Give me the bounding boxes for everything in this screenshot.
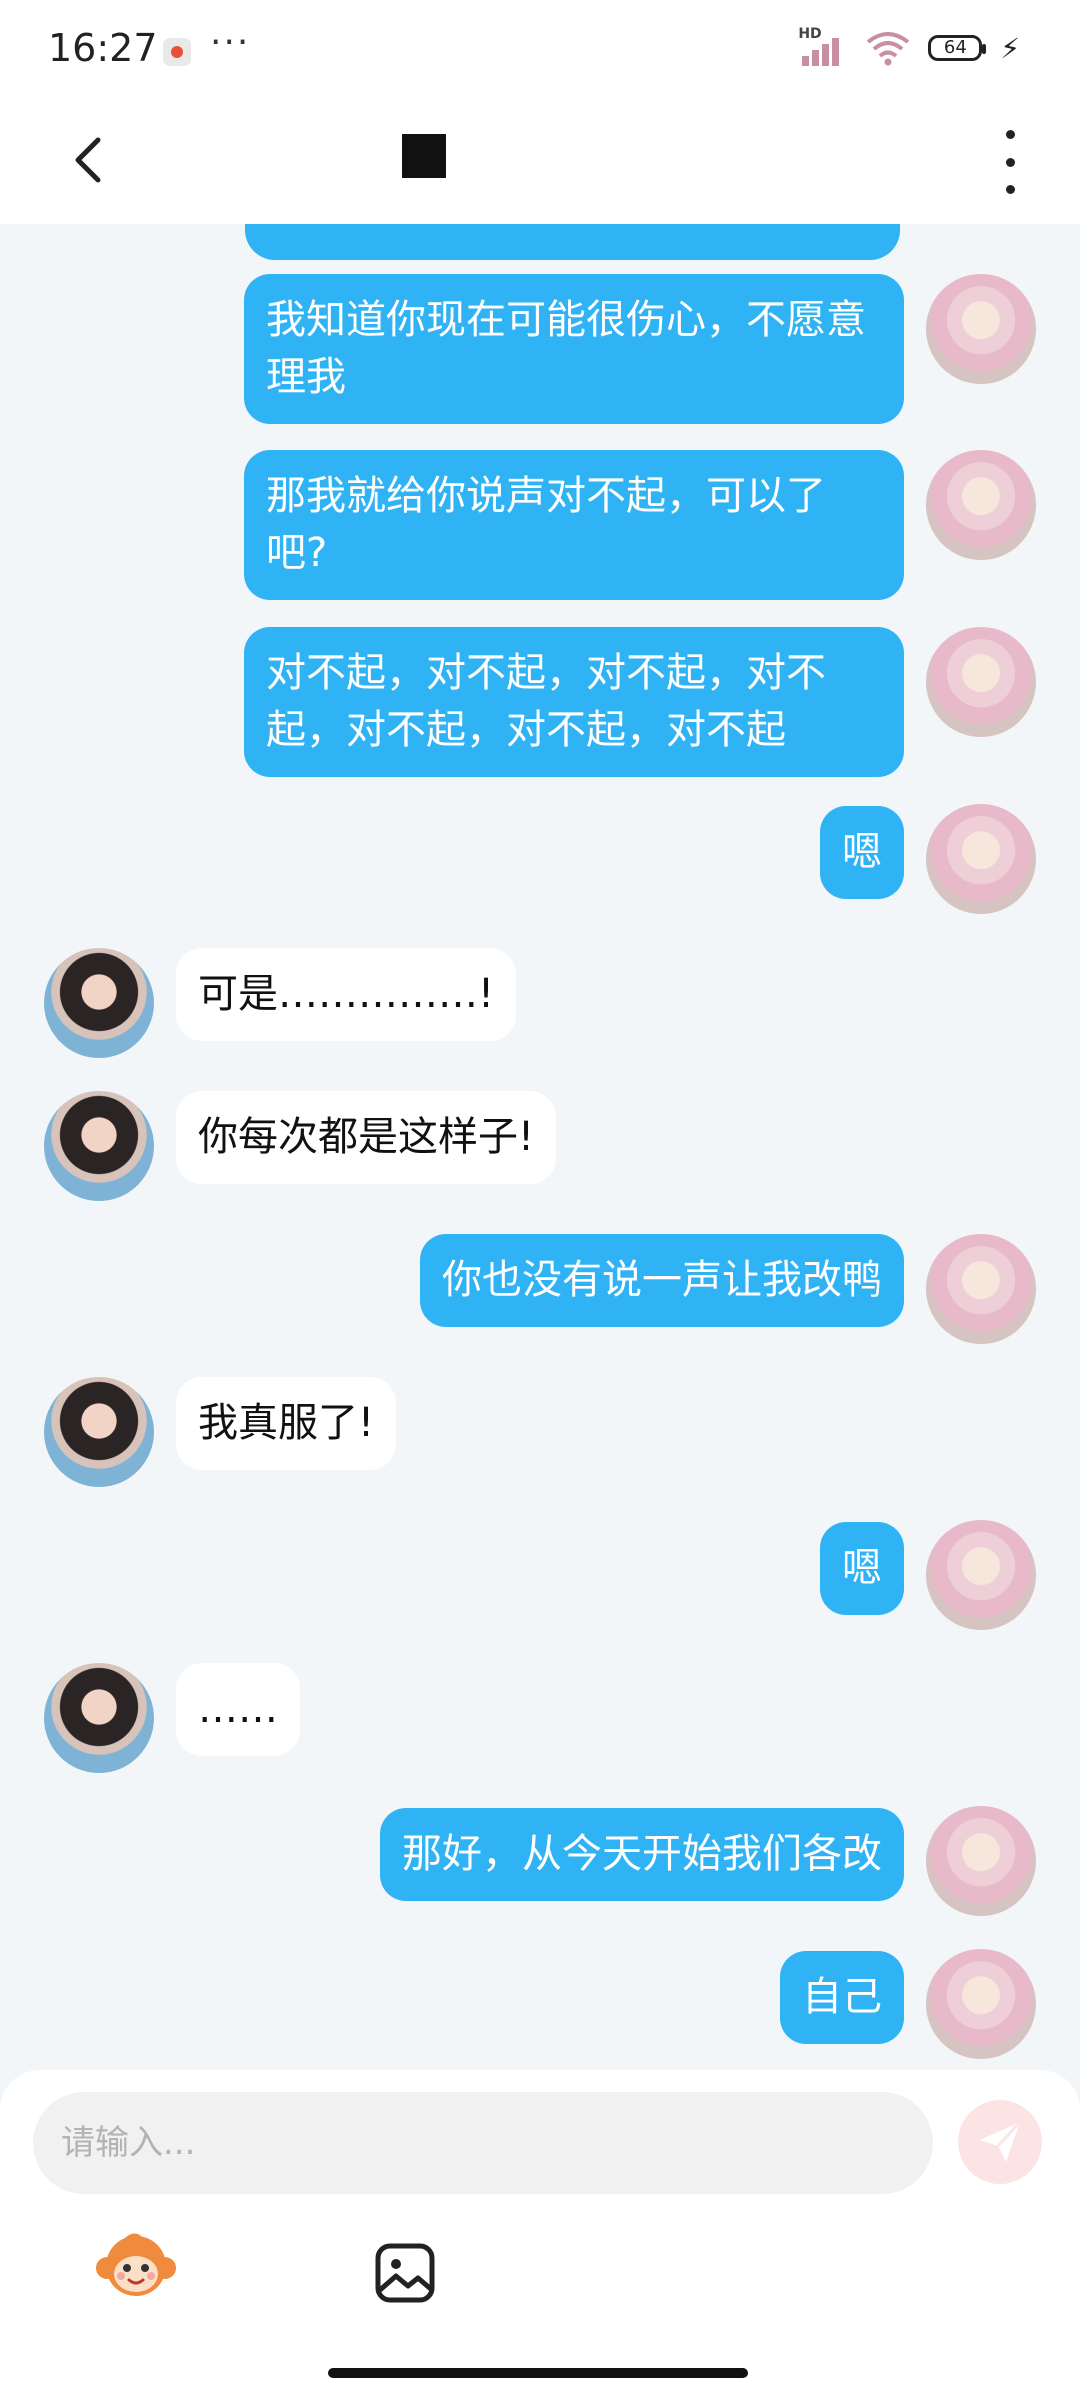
status-bar: 16:27 ··· HD 64 ⚡ [0,0,1080,100]
more-options-button[interactable] [990,130,1030,194]
user-avatar[interactable] [926,274,1036,384]
chat-title-placeholder [402,134,446,178]
cellular-signal-icon: HD [798,26,848,66]
user-avatar[interactable] [926,450,1036,560]
image-button[interactable] [374,2242,436,2304]
contact-avatar[interactable] [44,1663,154,1773]
message-bubble: 你每次都是这样子! [176,1091,557,1184]
emoji-button[interactable] [95,2230,177,2302]
contact-avatar[interactable] [44,1377,154,1487]
user-avatar[interactable] [926,804,1036,914]
message-input[interactable] [33,2092,933,2194]
battery-icon: 64 [928,35,987,61]
message-bubble: 我知道你现在可能很伤心，不愿意理我 [244,274,904,424]
screen-record-icon [163,38,191,66]
message-bubble: 那好，从今天开始我们各改 [380,1808,904,1901]
user-avatar[interactable] [926,1520,1036,1630]
user-avatar[interactable] [926,1234,1036,1344]
contact-avatar[interactable] [44,1091,154,1201]
message-bubble: 你也没有说一声让我改鸭 [420,1234,904,1327]
send-button[interactable] [958,2100,1042,2184]
message-bubble-partial [245,224,900,260]
user-avatar[interactable] [926,1949,1036,2059]
message-bubble: 我真服了! [176,1377,397,1470]
contact-avatar[interactable] [44,948,154,1058]
message-bubble: 对不起，对不起，对不起，对不起，对不起，对不起，对不起 [244,627,904,777]
status-indicators: HD 64 ⚡ [798,26,1020,66]
user-avatar[interactable] [926,627,1036,737]
battery-level: 64 [943,37,967,58]
message-bubble: 自己 [780,1951,904,2044]
composer [0,2070,1080,2400]
paper-plane-icon [980,2120,1022,2162]
image-icon [375,2243,435,2303]
chat-header [0,100,1080,224]
user-avatar[interactable] [926,1806,1036,1916]
message-bubble: 嗯 [820,1522,904,1615]
back-button[interactable] [60,130,120,190]
message-bubble: 可是……………! [176,948,517,1041]
message-bubble: 那我就给你说声对不起，可以了吧? [244,450,904,600]
status-time: 16:27 [48,26,158,70]
message-list[interactable]: 我知道你现在可能很伤心，不愿意理我 那我就给你说声对不起，可以了吧? 对不起，对… [0,224,1080,2070]
more-notifications-icon: ··· [210,22,251,63]
home-indicator[interactable] [328,2368,748,2378]
monkey-face-icon [96,2233,176,2296]
message-bubble: …… [176,1663,300,1756]
charging-icon: ⚡ [1000,31,1020,65]
message-bubble: 嗯 [820,806,904,899]
wifi-icon [867,32,910,66]
chevron-left-icon [75,137,101,183]
